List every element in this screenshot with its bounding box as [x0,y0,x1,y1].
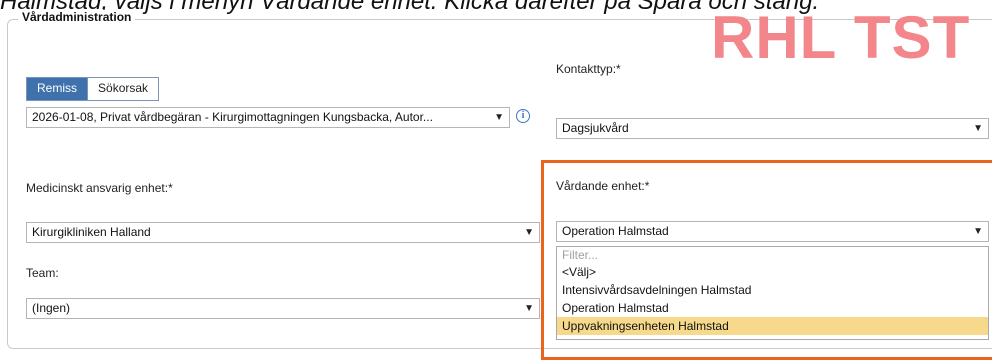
contact-type-label: Kontakttyp:* [556,62,621,76]
care-unit-dropdown: Filter... <Välj> Intensivvårdsavdelninge… [556,246,989,340]
dropdown-filter-input[interactable]: Filter... [557,247,988,263]
responsible-unit-value: Kirurgikliniken Halland [32,225,151,239]
responsible-unit-select[interactable]: Kirurgikliniken Halland ▼ [26,222,540,243]
environment-watermark: RHL TST [711,4,971,71]
chevron-down-icon: ▼ [494,112,504,123]
chevron-down-icon: ▼ [973,226,983,237]
dropdown-option-valj[interactable]: <Välj> [557,263,988,281]
dropdown-option-intensivvard[interactable]: Intensivvårdsavdelningen Halmstad [557,281,988,299]
chevron-down-icon: ▼ [973,123,983,134]
contact-type-select[interactable]: Dagsjukvård ▼ [556,118,989,139]
chevron-down-icon: ▼ [524,303,534,314]
dropdown-option-operation[interactable]: Operation Halmstad [557,299,988,317]
toggle-remiss[interactable]: Remiss [27,78,88,100]
care-unit-value: Operation Halmstad [562,224,669,238]
team-label: Team: [26,266,59,280]
responsible-unit-label: Medicinskt ansvarig enhet:* [26,181,173,195]
referral-toggle: Remiss Sökorsak [26,77,160,101]
section-legend: Vårdadministration [18,10,136,24]
referral-select-value: 2026-01-08, Privat vårdbegäran - Kirurgi… [32,110,433,124]
info-icon[interactable]: i [516,109,530,123]
team-select[interactable]: (Ingen) ▼ [26,298,540,319]
care-unit-label: Vårdande enhet:* [556,179,650,193]
referral-select[interactable]: 2026-01-08, Privat vårdbegäran - Kirurgi… [26,107,510,128]
chevron-down-icon: ▼ [524,227,534,238]
dropdown-option-uppvakning[interactable]: Uppvakningsenheten Halmstad [557,317,988,335]
team-value: (Ingen) [32,301,71,315]
toggle-sokorsak[interactable]: Sökorsak [87,78,159,100]
care-unit-select[interactable]: Operation Halmstad ▼ [556,221,989,242]
contact-type-value: Dagsjukvård [562,121,629,135]
